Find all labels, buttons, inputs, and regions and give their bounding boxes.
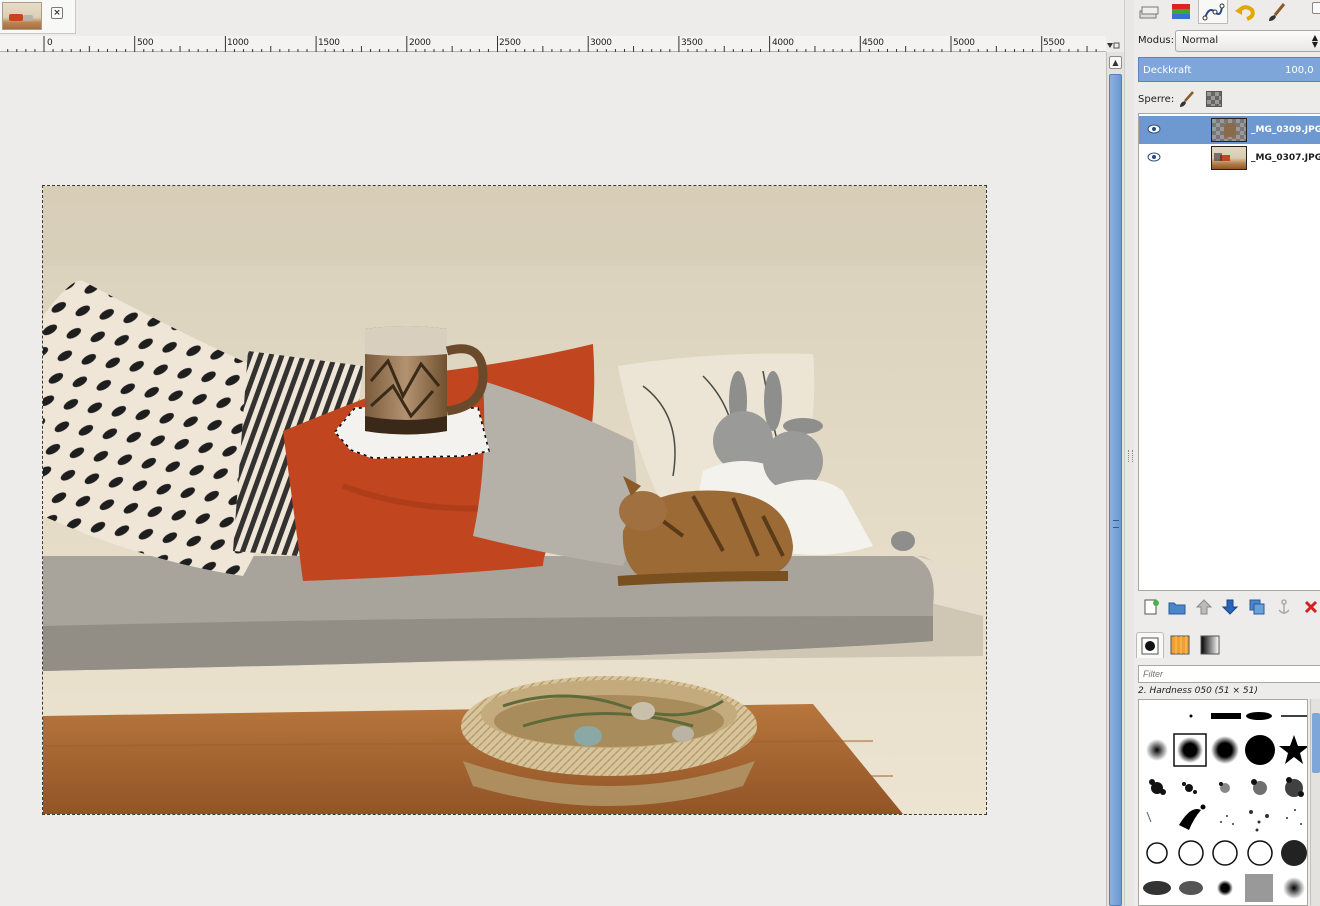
vertical-scrollbar[interactable]: ▲ xyxy=(1106,52,1124,906)
layer-name: _MG_0307.JPG xyxy=(1251,153,1320,163)
ruler-label: 5000 xyxy=(953,38,975,48)
layer-row[interactable]: _MG_0309.JPG xyxy=(1139,116,1320,144)
image-canvas[interactable] xyxy=(0,52,1106,906)
ruler-label: 3500 xyxy=(681,38,703,48)
duplicate-layer-icon[interactable] xyxy=(1248,598,1266,616)
scrollbar-thumb[interactable] xyxy=(1312,713,1320,773)
dock-menu-icon[interactable] xyxy=(1312,2,1320,14)
brush-tool-icon[interactable] xyxy=(1262,0,1292,24)
lock-pixels-icon[interactable] xyxy=(1178,90,1196,108)
ruler-label: 5500 xyxy=(1043,38,1065,48)
opacity-value: 100,0 xyxy=(1285,65,1314,76)
eye-icon[interactable] xyxy=(1147,152,1161,162)
photo-image xyxy=(43,186,986,814)
navigate-icon[interactable] xyxy=(1106,40,1120,52)
layer-row[interactable]: _MG_0307.JPG xyxy=(1139,144,1320,172)
scroll-up-icon[interactable]: ▲ xyxy=(1109,56,1122,69)
image-tab-thumbnail xyxy=(2,2,42,30)
new-layer-icon[interactable] xyxy=(1142,598,1160,616)
selected-brush-label: 2. Hardness 050 (51 × 51) xyxy=(1138,686,1258,696)
patterns-icon[interactable] xyxy=(1166,632,1194,658)
image-tab-bar: × xyxy=(0,0,1124,36)
opacity-label: Deckkraft xyxy=(1143,65,1192,76)
close-icon[interactable]: × xyxy=(51,7,63,19)
gimp-window: × 0 500 1000 1500 2000 2500 3000 3500 40… xyxy=(0,0,1320,906)
ruler-ticks xyxy=(7,36,1097,52)
ruler-label: 0 xyxy=(47,38,53,48)
ruler-label: 1500 xyxy=(318,38,340,48)
layer-toolbar xyxy=(1138,596,1320,618)
mode-value: Normal xyxy=(1182,35,1219,46)
brush-filter-input[interactable] xyxy=(1138,665,1320,683)
photo-layer[interactable] xyxy=(42,185,987,815)
new-group-icon[interactable] xyxy=(1168,598,1186,616)
ruler-label: 500 xyxy=(137,38,154,48)
lower-layer-icon[interactable] xyxy=(1221,598,1239,616)
ruler-label: 2000 xyxy=(409,38,431,48)
layer-thumbnail xyxy=(1211,146,1247,170)
dock-separator[interactable] xyxy=(1124,0,1134,906)
ruler-label: 4500 xyxy=(862,38,884,48)
layers-icon[interactable] xyxy=(1134,0,1164,24)
brush-scrollbar[interactable] xyxy=(1310,699,1320,906)
spin-arrows-icon: ▲ ▼ xyxy=(1311,33,1318,49)
lock-label: Sperre: xyxy=(1138,94,1175,105)
layer-thumbnail xyxy=(1211,118,1247,142)
anchor-layer-icon[interactable] xyxy=(1275,598,1293,616)
undo-history-icon[interactable] xyxy=(1230,0,1260,24)
brush-panel-tabs xyxy=(1134,630,1320,660)
scrollbar-thumb[interactable] xyxy=(1109,74,1122,906)
mode-label: Modus: xyxy=(1138,35,1175,46)
lock-alpha-icon[interactable] xyxy=(1206,91,1222,107)
brush-grid[interactable] xyxy=(1138,699,1308,906)
mode-dropdown[interactable]: Normal ▲ ▼ xyxy=(1175,30,1320,52)
grip-icon xyxy=(1113,520,1119,528)
layer-name: _MG_0309.JPG xyxy=(1251,125,1320,135)
ruler-label: 4000 xyxy=(772,38,794,48)
ruler-label: 1000 xyxy=(227,38,249,48)
channels-icon[interactable] xyxy=(1166,0,1196,24)
ruler-label: 3000 xyxy=(590,38,612,48)
layer-list[interactable]: _MG_0309.JPG _MG_0307.JPG xyxy=(1138,113,1320,591)
eye-icon[interactable] xyxy=(1147,124,1161,134)
ruler-label: 2500 xyxy=(499,38,521,48)
paths-icon[interactable] xyxy=(1198,0,1228,24)
gradients-icon[interactable] xyxy=(1196,632,1224,658)
raise-layer-icon[interactable] xyxy=(1195,598,1213,616)
opacity-slider[interactable]: Deckkraft 100,0 xyxy=(1138,57,1320,82)
brush-thumbnails xyxy=(1143,712,1307,902)
dock-tab-bar xyxy=(1134,0,1320,24)
image-tab[interactable]: × xyxy=(0,0,76,34)
horizontal-ruler[interactable]: 0 500 1000 1500 2000 2500 3000 3500 4000… xyxy=(0,36,1106,52)
layers-dock: Modus: Normal ▲ ▼ Deckkraft 100,0 Sperre:… xyxy=(1134,0,1320,906)
delete-layer-icon[interactable] xyxy=(1302,598,1320,616)
brushes-icon[interactable] xyxy=(1136,632,1164,658)
